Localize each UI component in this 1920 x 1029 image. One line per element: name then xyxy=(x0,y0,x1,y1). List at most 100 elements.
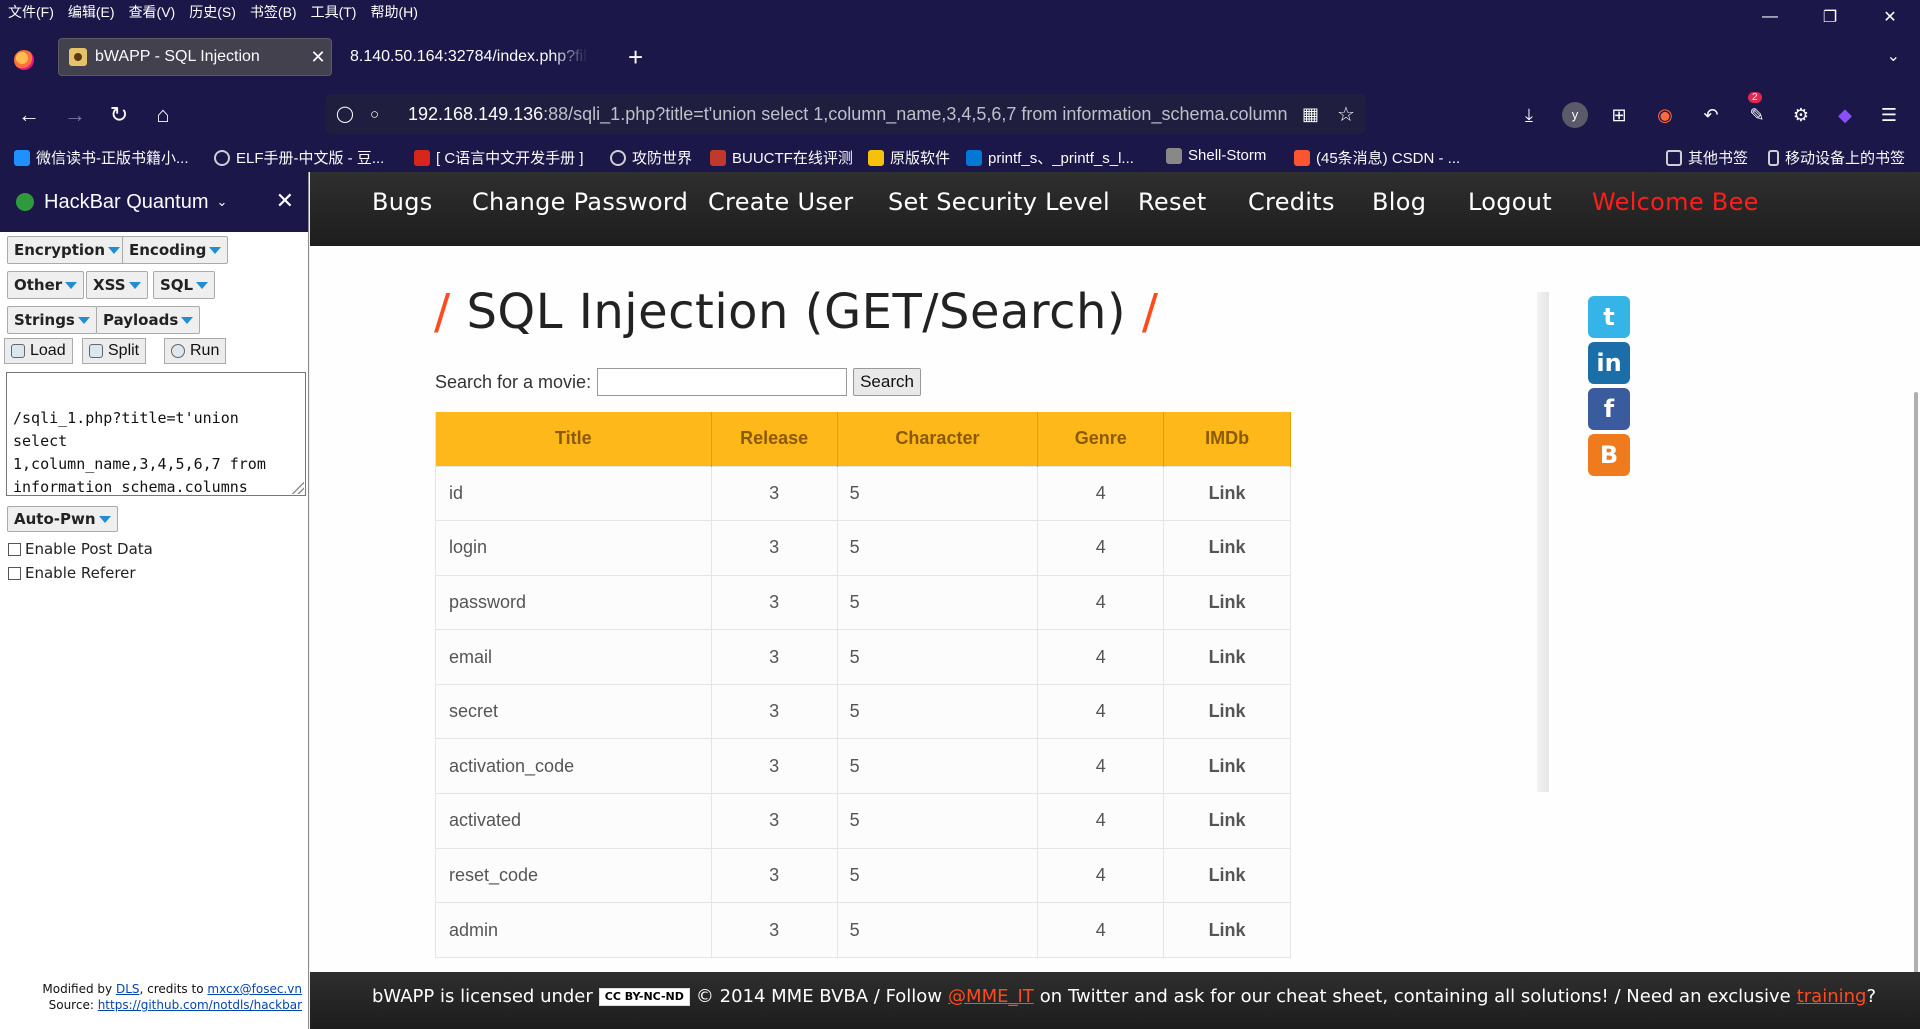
bookmark-folder[interactable]: 移动设备上的书签 xyxy=(1768,147,1905,168)
payloads-menu[interactable]: Payloads xyxy=(96,306,201,334)
crop-icon[interactable]: ⊞ xyxy=(1606,102,1632,128)
sql-menu[interactable]: SQL xyxy=(153,271,216,299)
tab-bwapp[interactable]: bWAPP - SQL Injection ✕ xyxy=(58,38,332,76)
menu-item[interactable]: 文件(F) xyxy=(8,2,54,22)
url-bar[interactable]: ◯ ○ 192.168.149.136:88/sqli_1.php?title=… xyxy=(326,94,1366,134)
firefox-icon[interactable] xyxy=(14,50,34,70)
undo-icon[interactable]: ↶ xyxy=(1698,102,1724,128)
imdb-link[interactable]: Link xyxy=(1163,520,1291,576)
nav-logout[interactable]: Logout xyxy=(1468,188,1552,216)
nav-create-user[interactable]: Create User xyxy=(708,188,853,216)
email-link[interactable]: mxcx@fosec.vn xyxy=(207,982,302,996)
chevron-down-icon[interactable]: ⌄ xyxy=(217,194,228,210)
nav-change-password[interactable]: Change Password xyxy=(472,188,688,216)
twitter-icon[interactable]: t xyxy=(1588,296,1630,338)
checkbox-label: Enable Referer xyxy=(25,564,136,582)
home-icon[interactable]: ⌂ xyxy=(148,100,178,130)
search-button[interactable]: Search xyxy=(853,368,921,396)
strings-menu[interactable]: Strings xyxy=(7,306,97,334)
load-button[interactable]: Load xyxy=(4,338,73,364)
nav-reset[interactable]: Reset xyxy=(1138,188,1207,216)
url-textarea[interactable]: /sqli_1.php?title=t'union select 1,colum… xyxy=(6,372,306,496)
movie-search-input[interactable] xyxy=(597,368,848,396)
extension-fox-icon[interactable]: ◉ xyxy=(1652,102,1678,128)
encoding-menu[interactable]: Encoding xyxy=(122,236,229,264)
footer-cheatsheet-text: on Twitter and ask for our cheat sheet, … xyxy=(1039,986,1791,1007)
bookmark-item[interactable]: printf_s、_printf_s_l... xyxy=(966,147,1134,168)
twitter-link[interactable]: @MME_IT xyxy=(948,986,1034,1007)
shield-icon[interactable]: ◯ xyxy=(336,104,358,124)
other-menu[interactable]: Other xyxy=(7,271,85,299)
url-text[interactable]: 192.168.149.136:88/sqli_1.php?title=t'un… xyxy=(408,104,1288,125)
bookmark-folder[interactable]: 其他书签 xyxy=(1666,147,1748,168)
close-icon[interactable]: ✕ xyxy=(276,188,294,214)
menu-item[interactable]: 工具(T) xyxy=(311,2,357,22)
bookmark-item[interactable]: 原版软件 xyxy=(868,147,950,168)
imdb-link[interactable]: Link xyxy=(1163,683,1291,739)
forward-icon[interactable]: → xyxy=(60,100,90,130)
nav-blog[interactable]: Blog xyxy=(1372,188,1426,216)
chevron-down-icon[interactable]: ⌄ xyxy=(1887,46,1900,66)
bookmark-item[interactable]: BUUCTF在线评测 xyxy=(710,147,853,168)
enable-post-data-checkbox[interactable]: Enable Post Data xyxy=(8,540,153,558)
hackbar-source: Source: https://github.com/notdls/hackba… xyxy=(49,998,302,1012)
source-link[interactable]: https://github.com/notdls/hackbar xyxy=(98,998,302,1012)
diamond-icon[interactable]: ◆ xyxy=(1832,102,1858,128)
imdb-link[interactable]: Link xyxy=(1163,902,1291,958)
run-button[interactable]: Run xyxy=(164,338,227,364)
menu-item[interactable]: 书签(B) xyxy=(250,2,297,22)
bookmark-item[interactable]: [ C语言中文开发手册 ] xyxy=(414,147,584,168)
imdb-link[interactable]: Link xyxy=(1163,465,1291,521)
imdb-link[interactable]: Link xyxy=(1163,574,1291,630)
sidebar-title[interactable]: HackBar Quantum xyxy=(44,191,209,214)
auto-pwn-menu[interactable]: Auto-Pwn xyxy=(7,506,118,532)
web-page: Bugs Change Password Create User Set Sec… xyxy=(310,172,1920,1029)
split-button[interactable]: Split xyxy=(82,338,147,364)
tab-close-icon[interactable]: ✕ xyxy=(305,47,331,68)
bookmark-item[interactable]: ELF手册-中文版 - 豆... xyxy=(214,147,384,168)
hamburger-menu-icon[interactable]: ☰ xyxy=(1876,102,1902,128)
reload-icon[interactable]: ↻ xyxy=(104,100,134,130)
nav-set-security-level[interactable]: Set Security Level xyxy=(888,188,1110,216)
back-icon[interactable]: ← xyxy=(14,100,44,130)
menu-item[interactable]: 历史(S) xyxy=(189,2,236,22)
nav-credits[interactable]: Credits xyxy=(1248,188,1335,216)
bookmark-item[interactable]: (45条消息) CSDN - ... xyxy=(1294,147,1460,168)
imdb-link[interactable]: Link xyxy=(1163,847,1291,903)
nav-bugs[interactable]: Bugs xyxy=(372,188,433,216)
linkedin-icon[interactable]: in xyxy=(1588,342,1630,384)
imdb-link[interactable]: Link xyxy=(1163,738,1291,794)
encryption-menu[interactable]: Encryption xyxy=(7,236,128,264)
training-link[interactable]: training xyxy=(1797,986,1867,1007)
blogger-icon[interactable]: B xyxy=(1588,434,1630,476)
imdb-link[interactable]: Link xyxy=(1163,793,1291,849)
cc-license-badge[interactable]: CC BY-NC-ND xyxy=(598,987,690,1006)
qr-code-icon[interactable]: ▦ xyxy=(1302,104,1319,125)
hackbar-extension-icon[interactable]: ✎ xyxy=(1744,102,1770,128)
download-icon[interactable]: ⤓ xyxy=(1516,102,1542,128)
xss-menu[interactable]: XSS xyxy=(86,271,148,299)
column-header: Genre xyxy=(1037,412,1165,466)
bookmark-item[interactable]: 微信读书-正版书籍小... xyxy=(14,147,189,168)
menu-item[interactable]: 查看(V) xyxy=(129,2,176,22)
bookmark-item[interactable]: Shell-Storm xyxy=(1166,147,1266,164)
extension-y-icon[interactable]: y xyxy=(1562,102,1588,128)
checkbox-box[interactable] xyxy=(8,542,21,556)
tab-file[interactable]: 8.140.50.164:32784/index.php?file xyxy=(336,38,588,76)
scrollbar-thumb[interactable] xyxy=(1914,392,1918,1012)
page-info-icon[interactable]: ○ xyxy=(370,106,392,123)
folder-icon xyxy=(1666,149,1682,166)
menu-item[interactable]: 帮助(H) xyxy=(370,2,417,22)
facebook-icon[interactable]: f xyxy=(1588,388,1630,430)
enable-referer-checkbox[interactable]: Enable Referer xyxy=(8,564,136,582)
bookmark-star-icon[interactable]: ☆ xyxy=(1337,102,1355,127)
checkbox-box[interactable] xyxy=(8,566,21,580)
imdb-link[interactable]: Link xyxy=(1163,629,1291,685)
table-row: activation_code 3 5 4 Link xyxy=(435,738,1291,794)
extensions-icon[interactable]: ⚙ xyxy=(1788,102,1814,128)
menu-item[interactable]: 编辑(E) xyxy=(68,2,115,22)
bookmark-item[interactable]: 攻防世界 xyxy=(610,147,692,168)
dls-link[interactable]: DLS xyxy=(116,982,140,996)
new-tab-icon[interactable]: + xyxy=(628,44,643,70)
resize-handle-icon[interactable] xyxy=(290,480,304,494)
